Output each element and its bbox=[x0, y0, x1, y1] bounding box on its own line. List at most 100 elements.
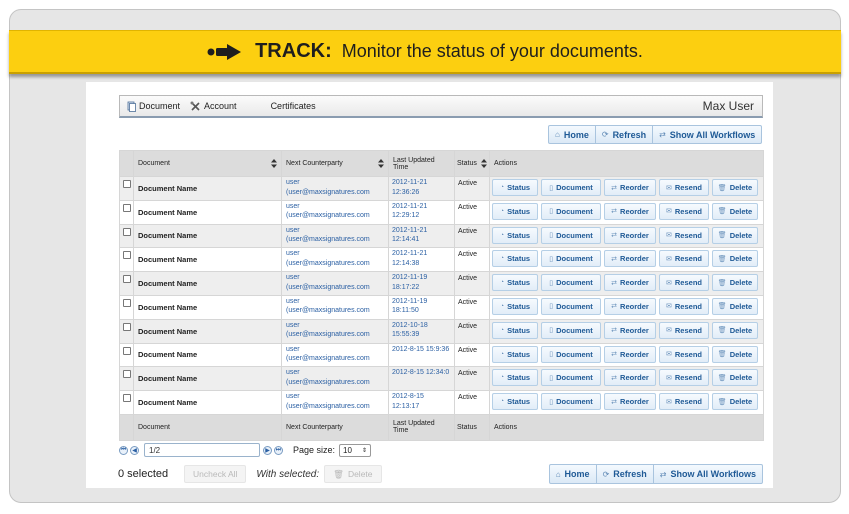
uncheck-all-button[interactable]: Uncheck All bbox=[184, 465, 247, 483]
document-name[interactable]: Document Name bbox=[133, 199, 282, 225]
menu-document[interactable]: Document bbox=[127, 101, 180, 112]
document-name[interactable]: Document Name bbox=[133, 366, 282, 392]
delete-button[interactable]: 🗑 Delete bbox=[712, 274, 758, 292]
refresh-button[interactable]: ⟳ Refresh bbox=[596, 126, 654, 143]
row-checkbox[interactable] bbox=[123, 251, 131, 260]
reorder-button[interactable]: ⇄ Reorder bbox=[604, 250, 656, 268]
show-all-workflows-button[interactable]: ⇄ Show All Workflows bbox=[653, 126, 761, 143]
row-checkbox[interactable] bbox=[123, 394, 131, 403]
delete-button[interactable]: 🗑 Delete bbox=[712, 202, 758, 220]
document-button[interactable]: ▯ Document bbox=[541, 226, 601, 244]
status-button[interactable]: ◔ Status bbox=[492, 226, 538, 244]
status-button[interactable]: ◔ Status bbox=[492, 321, 538, 339]
reorder-button[interactable]: ⇄ Reorder bbox=[604, 274, 656, 292]
document-name[interactable]: Document Name bbox=[133, 390, 282, 415]
counterparty-cell[interactable]: user (user@maxsignatures.com bbox=[281, 176, 389, 201]
document-name[interactable]: Document Name bbox=[133, 294, 282, 320]
counterparty-cell[interactable]: user (user@maxsignatures.com bbox=[281, 390, 389, 415]
document-name[interactable]: Document Name bbox=[133, 247, 282, 273]
first-page-button[interactable]: ⏮ bbox=[119, 445, 128, 455]
status-button[interactable]: ◔ Status bbox=[492, 274, 538, 292]
last-page-button[interactable]: ⏭ bbox=[274, 445, 283, 455]
document-button[interactable]: ▯ Document bbox=[541, 250, 601, 268]
delete-button[interactable]: 🗑 Delete bbox=[712, 321, 758, 339]
counterparty-cell[interactable]: user (user@maxsignatures.com bbox=[281, 342, 389, 368]
refresh-button-bottom[interactable]: ⟳ Refresh bbox=[597, 465, 654, 483]
reorder-button[interactable]: ⇄ Reorder bbox=[604, 345, 656, 363]
counterparty-cell[interactable]: user (user@maxsignatures.com bbox=[281, 247, 389, 273]
resend-button[interactable]: ✉ Resend bbox=[659, 393, 709, 411]
row-checkbox[interactable] bbox=[123, 180, 131, 188]
page-size-select[interactable]: 10 ⇕ bbox=[339, 443, 372, 457]
resend-button[interactable]: ✉ Resend bbox=[659, 345, 709, 363]
delete-button[interactable]: 🗑 Delete bbox=[712, 250, 758, 268]
delete-button[interactable]: 🗑 Delete bbox=[712, 226, 758, 244]
status-button[interactable]: ◔ Status bbox=[492, 369, 538, 387]
resend-button[interactable]: ✉ Resend bbox=[659, 321, 709, 339]
status-button[interactable]: ◔ Status bbox=[492, 179, 538, 196]
reorder-button[interactable]: ⇄ Reorder bbox=[604, 393, 656, 411]
counterparty-cell[interactable]: user (user@maxsignatures.com bbox=[281, 223, 389, 249]
document-button[interactable]: ▯ Document bbox=[541, 202, 601, 220]
row-checkbox[interactable] bbox=[123, 370, 131, 379]
status-button[interactable]: ◔ Status bbox=[492, 297, 538, 315]
delete-button[interactable]: 🗑 Delete bbox=[712, 345, 758, 363]
delete-button[interactable]: 🗑 Delete bbox=[712, 297, 758, 315]
header-counterparty[interactable]: Next Counterparty bbox=[281, 150, 389, 177]
resend-button[interactable]: ✉ Resend bbox=[659, 274, 709, 292]
resend-button[interactable]: ✉ Resend bbox=[659, 297, 709, 315]
delete-button[interactable]: 🗑 Delete bbox=[712, 393, 758, 411]
counterparty-cell[interactable]: user (user@maxsignatures.com bbox=[281, 318, 389, 344]
bulk-delete-button[interactable]: 🗑 Delete bbox=[324, 465, 382, 483]
resend-button[interactable]: ✉ Resend bbox=[659, 369, 709, 387]
document-name[interactable]: Document Name bbox=[133, 223, 282, 249]
row-checkbox[interactable] bbox=[123, 275, 131, 284]
document-button[interactable]: ▯ Document bbox=[541, 369, 601, 387]
reorder-button[interactable]: ⇄ Reorder bbox=[604, 297, 656, 315]
document-button[interactable]: ▯ Document bbox=[541, 179, 601, 196]
document-button[interactable]: ▯ Document bbox=[541, 274, 601, 292]
row-checkbox[interactable] bbox=[123, 203, 131, 212]
user-name[interactable]: Max User bbox=[703, 99, 754, 113]
counterparty-cell[interactable]: user (user@maxsignatures.com bbox=[281, 366, 389, 392]
row-checkbox[interactable] bbox=[123, 346, 131, 355]
document-button[interactable]: ▯ Document bbox=[541, 393, 601, 411]
header-status[interactable]: Status bbox=[454, 150, 490, 177]
counterparty-cell[interactable]: user (user@maxsignatures.com bbox=[281, 271, 389, 296]
resend-button[interactable]: ✉ Resend bbox=[659, 202, 709, 220]
document-name[interactable]: Document Name bbox=[133, 271, 282, 296]
home-button-bottom[interactable]: ⌂ Home bbox=[550, 465, 597, 483]
document-name[interactable]: Document Name bbox=[133, 318, 282, 344]
row-checkbox[interactable] bbox=[123, 322, 131, 331]
next-page-button[interactable]: ▶ bbox=[263, 445, 272, 455]
delete-button[interactable]: 🗑 Delete bbox=[712, 369, 758, 387]
reorder-button[interactable]: ⇄ Reorder bbox=[604, 226, 656, 244]
document-button[interactable]: ▯ Document bbox=[541, 321, 601, 339]
document-name[interactable]: Document Name bbox=[133, 176, 282, 201]
header-document[interactable]: Document bbox=[133, 150, 282, 177]
home-button[interactable]: ⌂ Home bbox=[549, 126, 596, 143]
status-button[interactable]: ◔ Status bbox=[492, 202, 538, 220]
status-button[interactable]: ◔ Status bbox=[492, 250, 538, 268]
header-updated[interactable]: Last Updated Time bbox=[388, 150, 455, 177]
reorder-button[interactable]: ⇄ Reorder bbox=[604, 321, 656, 339]
counterparty-cell[interactable]: user (user@maxsignatures.com bbox=[281, 294, 389, 320]
document-button[interactable]: ▯ Document bbox=[541, 297, 601, 315]
resend-button[interactable]: ✉ Resend bbox=[659, 179, 709, 196]
resend-button[interactable]: ✉ Resend bbox=[659, 226, 709, 244]
reorder-button[interactable]: ⇄ Reorder bbox=[604, 179, 656, 196]
document-name[interactable]: Document Name bbox=[133, 342, 282, 368]
row-checkbox[interactable] bbox=[123, 298, 131, 307]
prev-page-button[interactable]: ◀ bbox=[130, 445, 139, 455]
show-all-workflows-button-bottom[interactable]: ⇄ Show All Workflows bbox=[654, 465, 762, 483]
document-button[interactable]: ▯ Document bbox=[541, 345, 601, 363]
menu-account[interactable]: Account bbox=[190, 101, 237, 112]
counterparty-cell[interactable]: user (user@maxsignatures.com bbox=[281, 199, 389, 225]
resend-button[interactable]: ✉ Resend bbox=[659, 250, 709, 268]
status-button[interactable]: ◔ Status bbox=[492, 393, 538, 411]
status-button[interactable]: ◔ Status bbox=[492, 345, 538, 363]
page-input[interactable]: 1/2 bbox=[144, 443, 260, 457]
row-checkbox[interactable] bbox=[123, 227, 131, 236]
delete-button[interactable]: 🗑 Delete bbox=[712, 179, 758, 196]
reorder-button[interactable]: ⇄ Reorder bbox=[604, 202, 656, 220]
